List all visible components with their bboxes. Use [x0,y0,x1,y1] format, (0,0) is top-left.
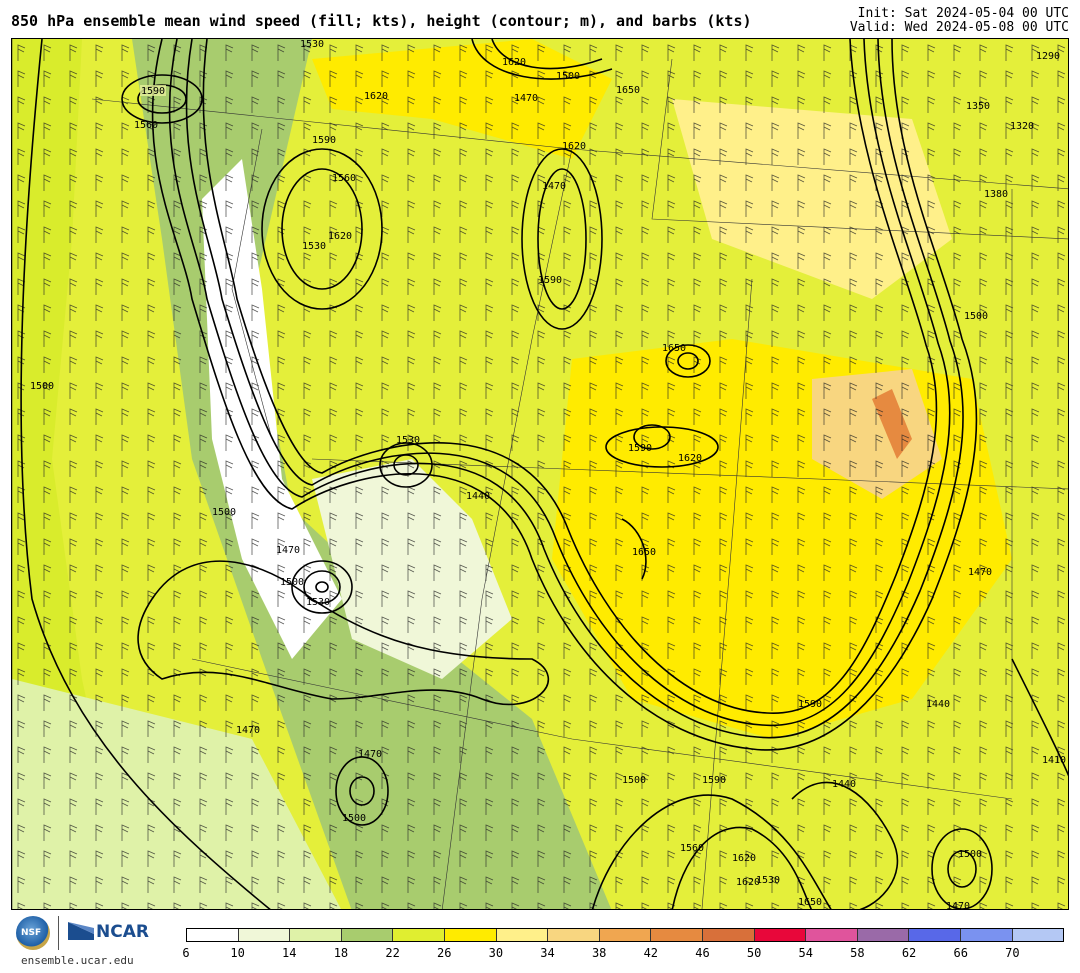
wind-speed-colorbar [186,928,1064,942]
ncar-logo-text: NCAR [96,922,149,942]
colorbar-tick-label: 34 [540,946,555,960]
contour-label: 1650 [632,547,656,558]
colorbar-tick-label: 30 [488,946,504,960]
contour-label: 1620 [364,91,388,102]
contour-label: 1350 [966,101,990,112]
site-url: ensemble.ucar.edu [21,954,134,967]
contour-label: 1500 [342,813,366,824]
contour-label: 1470 [514,93,538,104]
contour-label: 1500 [958,849,982,860]
run-timestamps: Init: Sat 2024-05-04 00 UTC Valid: Wed 2… [850,7,1069,35]
contour-label: 1620 [678,453,702,464]
colorbar-tick-label: 22 [385,946,400,960]
contour-label: 1500 [556,71,580,82]
contour-label: 1590 [798,699,822,710]
contour-label: 1470 [542,181,566,192]
contour-label: 1500 [622,775,646,786]
contour-label: 1650 [616,85,640,96]
contour-label: 1530 [302,241,326,252]
colorbar-bin [599,929,652,941]
colorbar-bin [806,929,858,941]
colorbar-bin [290,929,342,941]
contour-label: 1470 [946,901,970,910]
contour-label: 1620 [502,57,526,68]
contour-label: 1530 [396,435,420,446]
colorbar-tick-label: 58 [850,946,865,960]
colorbar-bin [857,929,910,941]
contour-label: 1560 [134,120,158,131]
contour-label: 1440 [832,779,856,790]
contour-label: 1530 [300,39,324,50]
colorbar-tick-label: 38 [591,946,607,960]
colorbar-ticks: 6 10 14 18 22 26 30 34 38 42 46 50 54 58 62 66 70 [182,946,1064,962]
colorbar-bin [496,929,549,941]
contour-label: 1620 [328,231,352,242]
colorbar-tick-label: 70 [1005,946,1020,960]
colorbar-tick-label: 42 [643,946,659,960]
colorbar-tick-label: 50 [746,946,762,960]
init-time: Init: Sat 2024-05-04 00 UTC [857,6,1069,21]
contour-label: 1530 [756,875,780,886]
contour-label: 1290 [1036,51,1060,62]
colorbar-tick-label: 62 [901,946,917,960]
colorbar-bin [238,929,291,941]
contour-label: 1500 [964,311,988,322]
colorbar-tick-label: 46 [695,946,710,960]
colorbar-bin [1012,929,1064,941]
contour-label: 1500 [30,381,54,392]
contour-label: 1590 [538,275,562,286]
contour-label: 1590 [702,775,726,786]
colorbar-tick-label: 26 [437,946,452,960]
contour-label: 1650 [798,897,822,908]
colorbar-bin [444,929,497,941]
colorbar-bin [341,929,394,941]
contour-label: 1380 [984,189,1008,200]
nsf-logo-text: NSF [21,928,42,938]
figure-title: 850 hPa ensemble mean wind speed (fill; … [11,12,752,30]
contour-label: 1590 [312,135,336,146]
contour-label: 1650 [662,343,686,354]
colorbar-tick-label: 10 [230,946,245,960]
contour-label: 1500 [280,577,304,588]
colorbar-bin [651,929,703,941]
colorbar-bin [393,929,445,941]
contour-label: 1440 [926,699,950,710]
branding: NSF NCAR ensemble.ucar.edu [14,914,174,970]
contour-label: 1530 [306,597,330,608]
contour-label: 1470 [276,545,300,556]
contour-label: 1560 [332,173,356,184]
colorbar-bin [702,929,755,941]
colorbar-bin [754,929,807,941]
colorbar-bin [909,929,961,941]
contour-label: 1620 [562,141,586,152]
colorbar-tick-label: 54 [798,946,813,960]
contour-label: 1470 [358,749,382,760]
colorbar-bin [960,929,1013,941]
colorbar-bin [187,929,239,941]
ncar-mark-icon [68,922,94,940]
map-panel: 1590 1560 1590 1530 1620 1500 1470 1650 … [11,38,1069,910]
colorbar-tick-label: 14 [282,946,297,960]
colorbar-tick-label: 18 [333,946,349,960]
colorbar-tick-label: 6 [182,946,190,960]
colorbar-tick-label: 66 [953,946,968,960]
contour-label: 1470 [236,725,260,736]
contour-label: 1320 [1010,121,1034,132]
contour-label: 1620 [732,853,756,864]
contour-label: 1500 [212,507,236,518]
contour-label: 1590 [628,443,652,454]
contour-label: 1440 [466,491,490,502]
contour-label: 1560 [680,843,704,854]
contour-label: 1410 [1042,755,1066,766]
contour-label: 1590 [141,86,165,97]
wind-height-map: 1590 1560 1590 1530 1620 1500 1470 1650 … [12,39,1068,910]
colorbar-bin [548,929,600,941]
logo-divider [58,916,59,950]
contour-label: 1470 [968,567,992,578]
valid-time: Valid: Wed 2024-05-08 00 UTC [849,20,1069,35]
